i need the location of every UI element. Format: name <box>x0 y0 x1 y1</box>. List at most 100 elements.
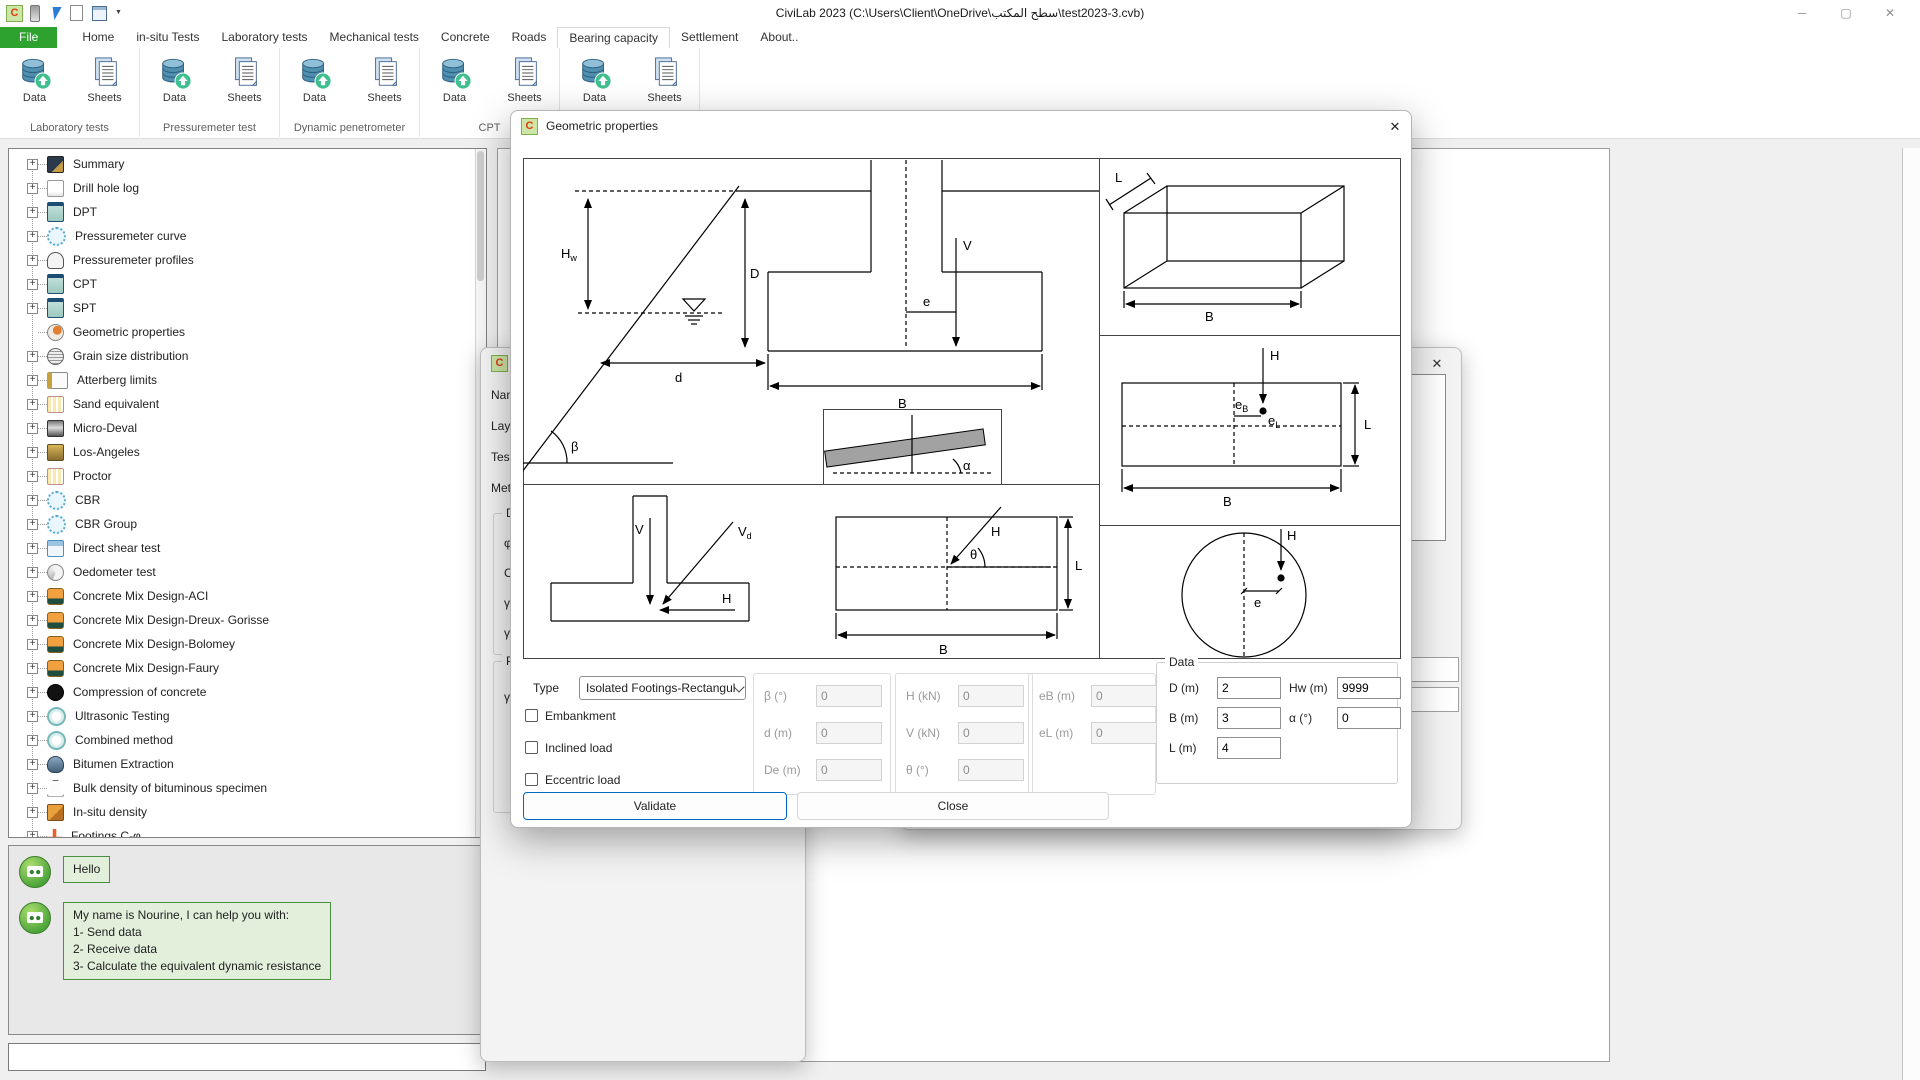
tree-item[interactable]: Pressuremeter profiles <box>9 248 469 272</box>
instrument-icon[interactable] <box>30 5 40 22</box>
checkbox-row[interactable]: Inclined load <box>525 740 620 755</box>
field-input[interactable] <box>1337 707 1401 729</box>
tree-item[interactable]: Atterberg limits <box>9 368 469 392</box>
close-dialog-button[interactable]: Close <box>797 792 1109 820</box>
expand-icon[interactable] <box>27 759 38 770</box>
tree-item[interactable]: CBR <box>9 488 469 512</box>
menu-tab[interactable]: in-situ Tests <box>125 27 210 48</box>
tree-item[interactable]: Drill hole log <box>9 176 469 200</box>
tree-item[interactable]: In-situ density <box>9 800 469 824</box>
expand-icon[interactable] <box>27 567 38 578</box>
tree-item[interactable]: DPT <box>9 200 469 224</box>
expand-icon[interactable] <box>27 399 38 410</box>
expand-icon[interactable] <box>27 735 38 746</box>
tree-item[interactable]: CBR Group <box>9 512 469 536</box>
field-input[interactable] <box>1337 677 1401 699</box>
minimize-button[interactable]: ─ <box>1780 0 1824 27</box>
field-input[interactable] <box>1217 707 1281 729</box>
tree-item[interactable]: Los-Angeles <box>9 440 469 464</box>
tree-item[interactable]: Bitumen Extraction <box>9 752 469 776</box>
expand-icon[interactable] <box>27 543 38 554</box>
menu-tab[interactable]: Settlement <box>670 27 749 48</box>
field-input[interactable] <box>958 759 1024 781</box>
menu-tab[interactable]: Home <box>71 27 125 48</box>
type-select[interactable]: Isolated Footings-Rectangul <box>579 676 746 700</box>
field-input[interactable] <box>816 722 882 744</box>
menu-tab[interactable]: Mechanical tests <box>319 27 430 48</box>
dialog-close-button[interactable]: ✕ <box>1381 115 1409 139</box>
expand-icon[interactable] <box>27 231 38 242</box>
tree-item[interactable]: Bulk density of bituminous specimen <box>9 776 469 800</box>
menu-tab[interactable]: Bearing capacity <box>557 27 670 49</box>
menu-tab[interactable]: Concrete <box>430 27 501 48</box>
menu-tab[interactable]: Laboratory tests <box>211 27 319 48</box>
checkbox-row[interactable]: Embankment <box>525 708 620 723</box>
expand-icon[interactable] <box>27 711 38 722</box>
tree-item[interactable]: Concrete Mix Design-Dreux- Gorisse <box>9 608 469 632</box>
menu-tab[interactable]: About.. <box>749 27 809 48</box>
expand-icon[interactable] <box>27 687 38 698</box>
expand-icon[interactable] <box>27 639 38 650</box>
close-icon[interactable]: ✕ <box>1425 354 1449 374</box>
field-input[interactable] <box>1217 677 1281 699</box>
tree-item[interactable]: Sand equivalent <box>9 392 469 416</box>
checkbox-row[interactable]: Eccentric load <box>525 772 620 787</box>
field-input[interactable] <box>958 722 1024 744</box>
chat-input[interactable] <box>8 1043 486 1071</box>
expand-icon[interactable] <box>27 279 38 290</box>
expand-icon[interactable] <box>27 807 38 818</box>
expand-icon[interactable] <box>27 423 38 434</box>
tree-item[interactable]: Combined method <box>9 728 469 752</box>
dropdown-caret-icon[interactable] <box>115 4 122 22</box>
checkbox[interactable] <box>525 741 538 754</box>
expand-icon[interactable] <box>27 615 38 626</box>
checkbox[interactable] <box>525 709 538 722</box>
tree-item[interactable]: Concrete Mix Design-Faury <box>9 656 469 680</box>
expand-icon[interactable] <box>27 783 38 794</box>
expand-icon[interactable] <box>27 255 38 266</box>
tree-item[interactable]: Concrete Mix Design-Bolomey <box>9 632 469 656</box>
expand-icon[interactable] <box>27 831 38 839</box>
menu-tab[interactable]: File <box>0 27 57 48</box>
menu-tab[interactable]: Roads <box>501 27 558 48</box>
tree-item[interactable]: SPT <box>9 296 469 320</box>
field-input[interactable] <box>1217 737 1281 759</box>
checkbox[interactable] <box>525 773 538 786</box>
field-input[interactable] <box>958 685 1024 707</box>
expand-icon[interactable] <box>27 471 38 482</box>
expand-icon[interactable] <box>27 183 38 194</box>
field-input[interactable] <box>1091 685 1157 707</box>
tree-item[interactable]: Oedometer test <box>9 560 469 584</box>
expand-icon[interactable] <box>27 495 38 506</box>
expand-icon[interactable] <box>27 351 38 362</box>
tree-item[interactable]: Summary <box>9 152 469 176</box>
new-file-icon[interactable] <box>70 5 83 21</box>
tree-item[interactable]: Micro-Deval <box>9 416 469 440</box>
tree-item[interactable]: Pressuremeter curve <box>9 224 469 248</box>
tree-item[interactable]: CPT <box>9 272 469 296</box>
expand-icon[interactable] <box>27 159 38 170</box>
field-input[interactable] <box>816 759 882 781</box>
field-input[interactable] <box>816 685 882 707</box>
tree-item[interactable]: Geometric properties <box>9 320 469 344</box>
tree-item[interactable]: Ultrasonic Testing <box>9 704 469 728</box>
expand-icon[interactable] <box>27 207 38 218</box>
tree-item[interactable]: Compression of concrete <box>9 680 469 704</box>
tree-item[interactable]: Footings C-φ <box>9 824 469 838</box>
tree-item[interactable]: Direct shear test <box>9 536 469 560</box>
tree-item[interactable]: Concrete Mix Design-ACI <box>9 584 469 608</box>
expand-icon[interactable] <box>27 375 38 386</box>
validate-button[interactable]: Validate <box>523 792 787 820</box>
scrollbar-thumb[interactable] <box>477 151 484 281</box>
flash-icon[interactable] <box>49 7 61 20</box>
tree-item[interactable]: Proctor <box>9 464 469 488</box>
expand-icon[interactable] <box>27 303 38 314</box>
expand-icon[interactable] <box>27 663 38 674</box>
save-as-icon[interactable] <box>92 6 107 21</box>
close-button[interactable]: ✕ <box>1868 0 1912 27</box>
expand-icon[interactable] <box>27 519 38 530</box>
right-scroll-strip[interactable] <box>1902 148 1920 1080</box>
tree-item[interactable]: Grain size distribution <box>9 344 469 368</box>
maximize-button[interactable]: ▢ <box>1824 0 1868 27</box>
field-input[interactable] <box>1091 722 1157 744</box>
